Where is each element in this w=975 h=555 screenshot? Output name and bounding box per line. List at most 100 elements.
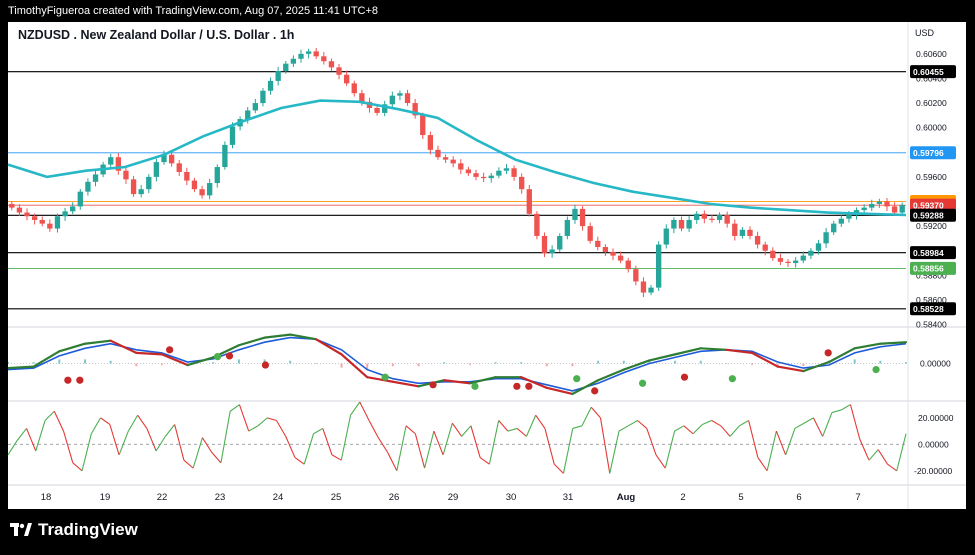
macd-line-segment [109, 339, 138, 354]
macd-cross-dot [166, 346, 174, 354]
candle-body [754, 235, 761, 245]
candle-body [678, 219, 685, 229]
macd-line-segment [802, 360, 831, 373]
candle-body [427, 135, 434, 150]
candle-body [397, 93, 403, 96]
candle-body [473, 173, 479, 177]
rsi-line-segment [692, 424, 703, 435]
rsi-line-segment [285, 436, 296, 458]
candle-body [701, 213, 707, 219]
rsi-line-segment [322, 428, 333, 456]
rsi-line-segment [868, 449, 879, 461]
price-tick-label: 0.58400 [916, 320, 947, 330]
rsi-line-segment [433, 430, 444, 456]
candle-body [884, 201, 890, 207]
x-tick-label: 19 [100, 492, 111, 503]
rsi-line-segment [183, 459, 194, 469]
candle-body [404, 93, 411, 104]
macd-histogram-bar [391, 363, 394, 367]
x-tick-label: 2 [680, 492, 685, 503]
rsi-line-segment [155, 436, 166, 452]
macd-cross-dot [591, 387, 599, 395]
candle-body [503, 168, 510, 171]
rsi-line-segment [859, 438, 870, 461]
x-tick-label: Aug [617, 492, 636, 503]
candle-body [207, 183, 213, 196]
candle-body [709, 218, 715, 220]
candle-body [625, 260, 631, 270]
macd-cross-dot [824, 349, 832, 357]
macd-cross-dot [76, 376, 84, 384]
macd-histogram-bar [571, 363, 574, 367]
candle-body [9, 203, 15, 208]
rsi-line-segment [442, 423, 453, 456]
rsi-line-segment [81, 433, 92, 471]
symbol-title: NZDUSD . New Zealand Dollar / U.S. Dolla… [18, 28, 295, 42]
candle-body [534, 213, 540, 236]
rsi-line-segment [127, 414, 139, 432]
x-tick-label: 29 [448, 492, 459, 503]
x-tick-label: 6 [796, 492, 801, 503]
rsi-line-segment [137, 414, 148, 429]
tradingview-icon [10, 523, 32, 536]
macd-histogram-bar [314, 363, 317, 364]
candle-body [876, 201, 883, 204]
candle-body [54, 216, 61, 229]
rsi-line-segment [387, 452, 398, 472]
macd-histogram-bar [802, 363, 805, 367]
candle-body [686, 219, 692, 229]
rsi-line-segment [775, 430, 787, 456]
candle-body [39, 219, 45, 224]
macd-histogram-bar [109, 360, 112, 364]
rsi-line-segment [609, 430, 620, 474]
candle-body [260, 90, 266, 104]
rsi-line-segment [507, 427, 518, 432]
rsi-line-segment [516, 428, 527, 437]
candle-body [564, 219, 571, 236]
x-tick-label: 23 [215, 492, 226, 503]
macd-histogram-bar [417, 363, 420, 367]
x-tick-label: 26 [389, 492, 400, 503]
candle-body [656, 244, 662, 288]
candle-body [480, 176, 487, 179]
x-tick-label: 24 [273, 492, 284, 503]
candle-body [663, 228, 669, 245]
rsi-line-segment [637, 420, 648, 429]
candle-body [648, 287, 654, 293]
rsi-line-segment [192, 437, 203, 469]
rsi-line-segment [896, 433, 907, 471]
candle-body [899, 205, 905, 213]
rsi-line-segment [72, 462, 83, 472]
candle-body [191, 180, 198, 190]
candle-body [176, 163, 182, 172]
candle-body [298, 53, 304, 59]
candle-body [762, 244, 768, 251]
rsi-line-segment [220, 411, 231, 463]
candle-body [389, 95, 395, 105]
rsi-line-segment [174, 424, 185, 461]
tradingview-logo[interactable]: TradingView [10, 520, 138, 540]
rsi-line-segment [359, 401, 370, 421]
macd-cross-dot [872, 365, 880, 374]
attribution-text: TimothyFigueroa created with TradingView… [0, 0, 975, 22]
level-tag-label: 0.58528 [913, 304, 944, 314]
chart-screenshot: TimothyFigueroa created with TradingView… [0, 0, 975, 555]
rsi-line-segment [794, 422, 805, 429]
rsi-line-segment [803, 417, 814, 424]
macd-line-segment [725, 348, 754, 354]
candle-body [465, 169, 472, 174]
candle-body [572, 208, 578, 220]
candle-body [229, 126, 236, 145]
macd-cross-dot [680, 373, 689, 381]
macd-histogram-bar [58, 359, 61, 364]
chart-canvas[interactable]: 0.606000.604000.602000.600000.598000.596… [8, 22, 966, 509]
rsi-line-segment [572, 425, 583, 429]
candle-body [24, 212, 30, 217]
candle-body [861, 207, 867, 211]
candle-body [488, 175, 494, 179]
rsi-line-segment [340, 415, 352, 461]
rsi-line-segment [748, 420, 759, 458]
rsi-tick-label: 20.00000 [918, 413, 954, 423]
candle-body [831, 223, 837, 233]
candle-body [557, 235, 563, 250]
